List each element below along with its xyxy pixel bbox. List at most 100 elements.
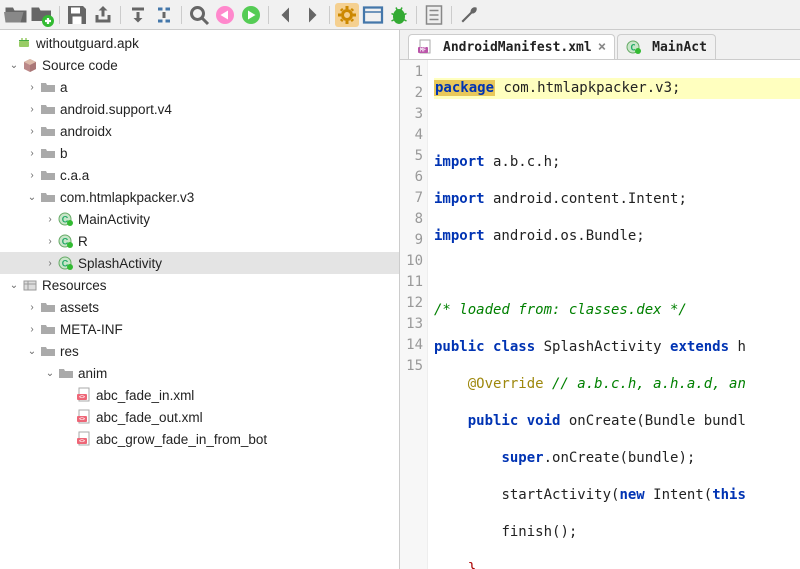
svg-text:C: C bbox=[630, 44, 635, 54]
expand-arrow-icon[interactable]: › bbox=[24, 302, 40, 313]
svg-text:<>: <> bbox=[79, 439, 85, 445]
class-icon: C bbox=[58, 211, 74, 227]
bug-icon[interactable] bbox=[387, 3, 411, 27]
arrow-right-icon[interactable] bbox=[300, 3, 324, 27]
tree-root-apk[interactable]: withoutguard.apk bbox=[0, 32, 399, 54]
tree-source-code[interactable]: ⌄ Source code bbox=[0, 54, 399, 76]
class-icon: C bbox=[626, 39, 642, 55]
resources-icon bbox=[22, 277, 38, 293]
android-icon bbox=[16, 35, 32, 51]
tree-label: assets bbox=[60, 300, 99, 315]
tree-dir-meta[interactable]: › META-INF bbox=[0, 318, 399, 340]
main-toolbar bbox=[0, 0, 800, 30]
collapse-arrow-icon[interactable]: ⌄ bbox=[24, 346, 40, 357]
separator bbox=[451, 6, 452, 24]
xml-file-icon: <> bbox=[76, 409, 92, 425]
tree-label: a bbox=[60, 80, 68, 95]
tree-dir-res[interactable]: ⌄ res bbox=[0, 340, 399, 362]
tree-label: b bbox=[60, 146, 68, 161]
tree-label: SplashActivity bbox=[78, 256, 162, 271]
expand-arrow-icon[interactable]: › bbox=[24, 126, 40, 137]
tab-mainactivity[interactable]: C MainAct bbox=[617, 34, 716, 59]
tree-resources[interactable]: ⌄ Resources bbox=[0, 274, 399, 296]
tree-file-xml[interactable]: <> abc_grow_fade_in_from_bot bbox=[0, 428, 399, 450]
folder-icon bbox=[40, 123, 56, 139]
tab-label: AndroidManifest.xml bbox=[443, 40, 592, 55]
separator bbox=[59, 6, 60, 24]
tree-label: Source code bbox=[42, 58, 118, 73]
save-icon[interactable] bbox=[65, 3, 89, 27]
sync-icon[interactable] bbox=[152, 3, 176, 27]
xml-file-icon: <> bbox=[76, 387, 92, 403]
collapse-arrow-icon[interactable]: ⌄ bbox=[24, 192, 40, 203]
tree-class-main[interactable]: › C MainActivity bbox=[0, 208, 399, 230]
folder-icon bbox=[40, 299, 56, 315]
tree-label: com.htmlapkpacker.v3 bbox=[60, 190, 194, 205]
add-project-icon[interactable] bbox=[30, 3, 54, 27]
expand-arrow-icon[interactable]: › bbox=[42, 236, 58, 247]
tree-label: abc_grow_fade_in_from_bot bbox=[96, 432, 267, 447]
tree-label: withoutguard.apk bbox=[36, 36, 139, 51]
tree-label: abc_fade_in.xml bbox=[96, 388, 194, 403]
sync-down-icon[interactable] bbox=[126, 3, 150, 27]
folder-icon bbox=[40, 79, 56, 95]
tree-label: androidx bbox=[60, 124, 112, 139]
folder-icon bbox=[40, 101, 56, 117]
folder-icon bbox=[40, 167, 56, 183]
tree-label: android.support.v4 bbox=[60, 102, 172, 117]
collapse-arrow-icon[interactable]: ⌄ bbox=[42, 368, 58, 379]
tree-class-r[interactable]: › C R bbox=[0, 230, 399, 252]
folder-icon bbox=[40, 321, 56, 337]
expand-arrow-icon[interactable]: › bbox=[24, 324, 40, 335]
tree-pkg-main[interactable]: ⌄ com.htmlapkpacker.v3 bbox=[0, 186, 399, 208]
tree-pkg-caa[interactable]: › c.a.a bbox=[0, 164, 399, 186]
xml-file-icon: <> bbox=[76, 431, 92, 447]
tree-label: anim bbox=[78, 366, 107, 381]
separator bbox=[329, 6, 330, 24]
tree-dir-anim[interactable]: ⌄ anim bbox=[0, 362, 399, 384]
expand-arrow-icon[interactable]: › bbox=[42, 214, 58, 225]
nav-back-icon[interactable] bbox=[213, 3, 237, 27]
code-editor[interactable]: 123456789101112131415 package com.htmlap… bbox=[400, 60, 800, 569]
tab-manifest[interactable]: MF AndroidManifest.xml × bbox=[408, 34, 615, 59]
close-icon[interactable]: × bbox=[598, 39, 606, 55]
tree-file-xml[interactable]: <> abc_fade_out.xml bbox=[0, 406, 399, 428]
expand-arrow-icon[interactable]: › bbox=[24, 148, 40, 159]
tree-pkg-support[interactable]: › android.support.v4 bbox=[0, 98, 399, 120]
expand-arrow-icon[interactable]: › bbox=[24, 170, 40, 181]
line-gutter: 123456789101112131415 bbox=[400, 60, 428, 569]
search-icon[interactable] bbox=[187, 3, 211, 27]
tree-label: res bbox=[60, 344, 79, 359]
expand-arrow-icon[interactable]: › bbox=[24, 104, 40, 115]
open-folder-icon[interactable] bbox=[4, 3, 28, 27]
collapse-arrow-icon[interactable]: ⌄ bbox=[6, 60, 22, 71]
code-content[interactable]: package com.htmlapkpacker.v3; import a.b… bbox=[428, 60, 800, 569]
expand-arrow-icon[interactable]: › bbox=[42, 258, 58, 269]
tree-label: MainActivity bbox=[78, 212, 150, 227]
wrench-icon[interactable] bbox=[457, 3, 481, 27]
manifest-icon: MF bbox=[417, 39, 433, 55]
tree-pkg-b[interactable]: › b bbox=[0, 142, 399, 164]
settings-gear-icon[interactable] bbox=[335, 3, 359, 27]
tree-pkg-androidx[interactable]: › androidx bbox=[0, 120, 399, 142]
svg-text:<>: <> bbox=[79, 395, 85, 401]
arrow-left-icon[interactable] bbox=[274, 3, 298, 27]
expand-arrow-icon[interactable]: › bbox=[24, 82, 40, 93]
tree-label: Resources bbox=[42, 278, 107, 293]
class-icon: C bbox=[58, 233, 74, 249]
tree-label: META-INF bbox=[60, 322, 123, 337]
project-tree[interactable]: withoutguard.apk ⌄ Source code › a › and… bbox=[0, 30, 400, 569]
svg-text:MF: MF bbox=[420, 48, 426, 54]
window-icon[interactable] bbox=[361, 3, 385, 27]
nav-forward-icon[interactable] bbox=[239, 3, 263, 27]
tree-dir-assets[interactable]: › assets bbox=[0, 296, 399, 318]
separator bbox=[416, 6, 417, 24]
export-icon[interactable] bbox=[91, 3, 115, 27]
tree-pkg-a[interactable]: › a bbox=[0, 76, 399, 98]
tree-file-xml[interactable]: <> abc_fade_in.xml bbox=[0, 384, 399, 406]
class-icon: C bbox=[58, 255, 74, 271]
text-doc-icon[interactable] bbox=[422, 3, 446, 27]
collapse-arrow-icon[interactable]: ⌄ bbox=[6, 280, 22, 291]
folder-icon bbox=[40, 145, 56, 161]
tree-class-splash[interactable]: › C SplashActivity bbox=[0, 252, 399, 274]
